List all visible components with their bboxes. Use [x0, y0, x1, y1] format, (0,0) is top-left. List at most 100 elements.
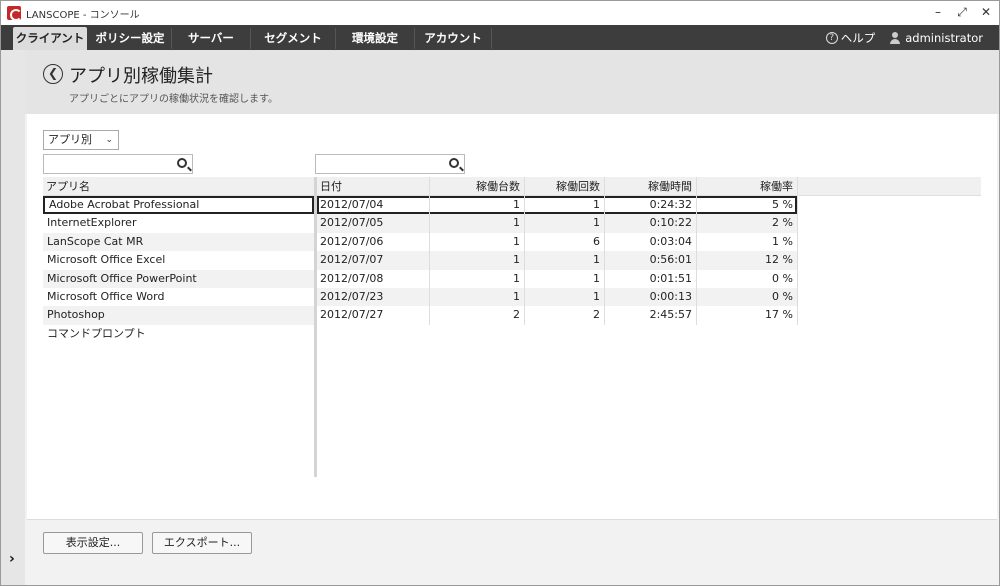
- cell-device-count: 1: [513, 198, 520, 211]
- cell-date: 2012/07/23: [320, 290, 384, 303]
- cell-run-count: 6: [593, 234, 600, 248]
- table-row[interactable]: 2012/07/27 2 2 2:45:57 17 %: [317, 306, 797, 324]
- list-item[interactable]: Microsoft Office Word: [43, 288, 314, 306]
- cell-date: 2012/07/04: [320, 198, 384, 211]
- list-item[interactable]: Microsoft Office PowerPoint: [43, 269, 314, 288]
- list-item[interactable]: LanScope Cat MR: [43, 232, 314, 252]
- user-icon: [889, 31, 901, 44]
- column-header-run-count[interactable]: 稼働回数: [524, 177, 604, 196]
- footer-bar: 表示設定... エクスポート...: [27, 519, 997, 583]
- table-row[interactable]: 2012/07/05 1 1 0:10:22 2 %: [317, 214, 797, 233]
- cell-device-count: 1: [513, 290, 520, 303]
- aggregation-select[interactable]: アプリ別 ⌄: [43, 130, 119, 150]
- chevron-left-icon: ❮: [47, 66, 59, 80]
- menu-right-group: ? ヘルプ administrator: [812, 25, 983, 50]
- cell-date: 2012/07/05: [320, 216, 384, 230]
- page-header: ❮ アプリ別稼働集計 アプリごとにアプリの稼働状況を確認します。: [25, 50, 999, 114]
- list-item[interactable]: Microsoft Office Excel: [43, 251, 314, 269]
- list-item[interactable]: InternetExplorer: [43, 214, 314, 232]
- date-search-input[interactable]: [315, 154, 465, 174]
- cell-device-count: 2: [513, 308, 520, 322]
- list-item[interactable]: コマンドプロンプト: [43, 325, 314, 343]
- cell-date: 2012/07/27: [320, 308, 384, 322]
- table-row[interactable]: 2012/07/23 1 1 0:00:13 0 %: [317, 288, 797, 307]
- detail-grid: 日付 稼働台数 稼働回数 稼働時間 稼働率 2012/07/04 1 1 0:24:3…: [317, 177, 981, 477]
- cell-device-count: 1: [513, 216, 520, 230]
- side-panel-strip: ›: [1, 50, 25, 585]
- cell-run-rate: 5 %: [772, 198, 793, 211]
- cell-device-count: 1: [513, 253, 520, 267]
- table-row[interactable]: 2012/07/08 1 1 0:01:51 0 %: [317, 270, 797, 288]
- window-title: LANSCOPE - コンソール: [26, 9, 140, 21]
- cell-run-time: 0:10:22: [649, 216, 692, 230]
- export-button[interactable]: エクスポート...: [152, 532, 252, 554]
- tab-divider: [491, 28, 492, 49]
- cell-date: 2012/07/06: [320, 234, 384, 248]
- tab-policy-settings[interactable]: ポリシー設定: [89, 27, 171, 50]
- back-button[interactable]: ❮: [43, 64, 63, 84]
- search-icon[interactable]: [177, 158, 187, 168]
- tab-server[interactable]: サーバー: [172, 27, 250, 50]
- tab-segment[interactable]: セグメント: [251, 27, 335, 50]
- cell-run-rate: 0 %: [772, 271, 793, 285]
- cell-run-count: 1: [593, 253, 600, 267]
- column-divider: [797, 177, 798, 325]
- search-icon[interactable]: [449, 158, 459, 168]
- cell-run-rate: 0 %: [772, 290, 793, 303]
- cell-run-rate: 17 %: [765, 308, 793, 322]
- column-divider: [604, 177, 605, 325]
- cell-date: 2012/07/08: [320, 271, 384, 285]
- column-header-run-rate[interactable]: 稼働率: [696, 177, 797, 196]
- app-window: LANSCOPE - コンソール – ⤢ ✕ クライアント ポリシー設定 サーバ…: [0, 0, 1000, 586]
- tab-account[interactable]: アカウント: [415, 27, 491, 50]
- cell-run-rate: 2 %: [772, 216, 793, 230]
- column-header-run-time[interactable]: 稼働時間: [604, 177, 696, 196]
- column-divider: [696, 177, 697, 325]
- chevron-right-icon[interactable]: ›: [9, 551, 15, 567]
- table-row[interactable]: 2012/07/07 1 1 0:56:01 12 %: [317, 251, 797, 270]
- column-divider: [429, 177, 430, 325]
- cell-run-count: 1: [593, 271, 600, 285]
- grid-header-row: 日付 稼働台数 稼働回数 稼働時間 稼働率: [317, 177, 981, 196]
- aggregation-select-value: アプリ別: [48, 133, 92, 146]
- cell-run-time: 0:56:01: [649, 253, 692, 267]
- help-link[interactable]: ? ヘルプ: [825, 30, 876, 46]
- help-icon: ?: [825, 31, 838, 44]
- minimize-icon[interactable]: –: [931, 3, 945, 21]
- column-header-device-count[interactable]: 稼働台数: [429, 177, 524, 196]
- cell-device-count: 1: [513, 234, 520, 248]
- app-list: アプリ名 Adobe Acrobat Professional Internet…: [43, 177, 314, 477]
- app-list-header[interactable]: アプリ名: [43, 177, 314, 196]
- cell-run-time: 0:00:13: [649, 290, 692, 303]
- page-title: アプリ別稼働集計: [69, 66, 213, 87]
- user-label: administrator: [905, 30, 983, 45]
- cell-run-count: 1: [593, 290, 600, 303]
- cell-run-time: 2:45:57: [649, 308, 692, 322]
- close-icon[interactable]: ✕: [979, 3, 993, 21]
- cell-run-time: 0:24:32: [649, 198, 692, 211]
- list-item[interactable]: Photoshop: [43, 306, 314, 325]
- column-header-date[interactable]: 日付: [317, 177, 429, 196]
- cell-date: 2012/07/07: [320, 253, 384, 267]
- list-item[interactable]: Adobe Acrobat Professional: [43, 196, 314, 215]
- maximize-icon[interactable]: ⤢: [955, 3, 969, 21]
- cell-run-time: 0:03:04: [649, 234, 692, 248]
- column-divider: [524, 177, 525, 325]
- page-subtitle: アプリごとにアプリの稼働状況を確認します。: [69, 94, 278, 105]
- table-row[interactable]: 2012/07/04 1 1 0:24:32 5 %: [317, 196, 797, 215]
- cell-run-count: 1: [593, 198, 600, 211]
- report-body: アプリ別 ⌄ アプリ名 Adobe Acrobat Professional I…: [27, 114, 997, 582]
- table-row[interactable]: 2012/07/06 1 6 0:03:04 1 %: [317, 233, 797, 251]
- lanscope-logo-icon: [7, 6, 22, 21]
- cell-run-rate: 1 %: [772, 234, 793, 248]
- help-label: ヘルプ: [840, 30, 876, 45]
- display-settings-button[interactable]: 表示設定...: [43, 532, 143, 554]
- main-content: ❮ アプリ別稼働集計 アプリごとにアプリの稼働状況を確認します。 アプリ別 ⌄ …: [25, 50, 999, 585]
- chevron-down-icon: ⌄: [105, 135, 113, 145]
- user-menu[interactable]: administrator: [889, 31, 983, 45]
- tab-client[interactable]: クライアント: [13, 27, 87, 50]
- window-controls: – ⤢ ✕: [931, 3, 993, 21]
- app-search-input[interactable]: [43, 154, 193, 174]
- cell-run-rate: 12 %: [765, 253, 793, 267]
- tab-environment-settings[interactable]: 環境設定: [336, 27, 414, 50]
